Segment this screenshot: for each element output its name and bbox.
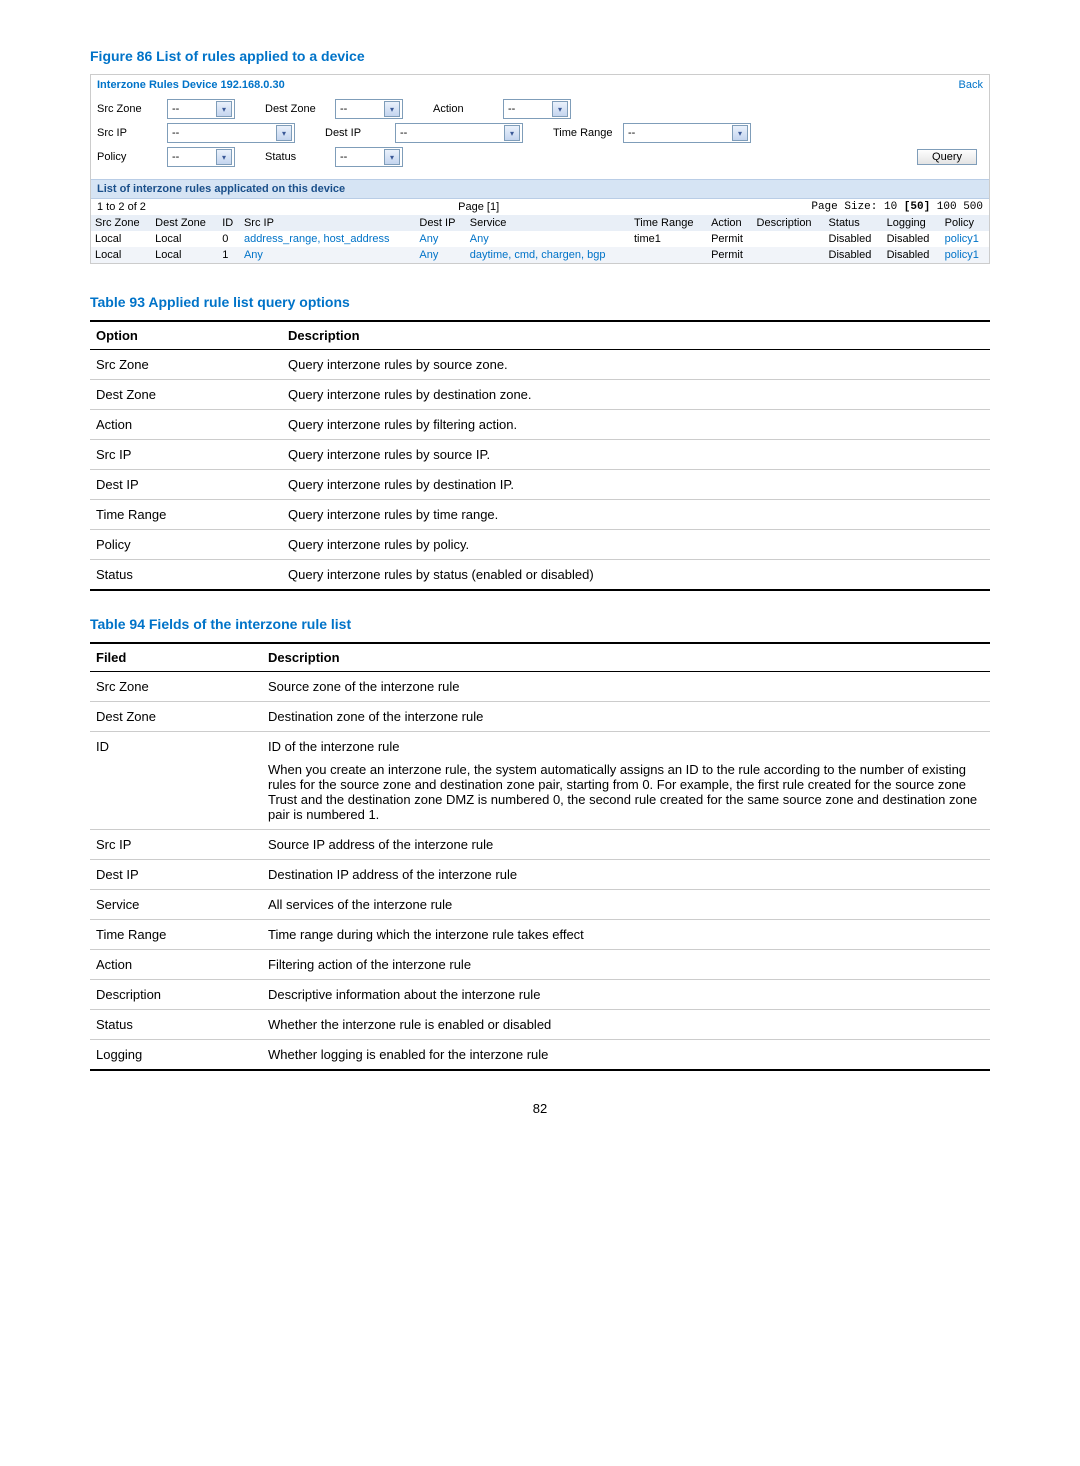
chevron-down-icon: ▾ <box>216 149 232 165</box>
table-row: PolicyQuery interzone rules by policy. <box>90 530 990 560</box>
service-link[interactable]: Any <box>466 231 630 247</box>
col-policy: Policy <box>941 215 989 231</box>
table93: Option Description Src ZoneQuery interzo… <box>90 320 990 591</box>
table-row: ActionQuery interzone rules by filtering… <box>90 410 990 440</box>
table94-head-filed: Filed <box>90 643 262 672</box>
col-dest-zone: Dest Zone <box>151 215 218 231</box>
status-label: Status <box>265 151 335 163</box>
table93-caption: Table 93 Applied rule list query options <box>90 294 990 310</box>
interzone-rules-screenshot: Interzone Rules Device 192.168.0.30 Back… <box>90 74 990 264</box>
col-id: ID <box>218 215 240 231</box>
chevron-down-icon: ▾ <box>216 101 232 117</box>
src-zone-select[interactable]: --▾ <box>167 99 235 119</box>
col-src-zone: Src Zone <box>91 215 151 231</box>
query-button[interactable]: Query <box>917 149 977 165</box>
figure-caption: Figure 86 List of rules applied to a dev… <box>90 48 990 64</box>
table93-head-option: Option <box>90 321 282 350</box>
src-ip-link[interactable]: address_range, host_address <box>240 231 415 247</box>
col-action: Action <box>707 215 752 231</box>
col-time-range: Time Range <box>630 215 707 231</box>
policy-link[interactable]: policy1 <box>941 231 989 247</box>
src-ip-label: Src IP <box>97 127 167 139</box>
dest-zone-label: Dest Zone <box>265 103 335 115</box>
col-logging: Logging <box>883 215 941 231</box>
page-number: 82 <box>90 1101 990 1116</box>
policy-link[interactable]: policy1 <box>941 247 989 263</box>
table-row: Src ZoneSource zone of the interzone rul… <box>90 672 990 702</box>
col-src-ip: Src IP <box>240 215 415 231</box>
table-row: Time RangeQuery interzone rules by time … <box>90 500 990 530</box>
table-row: Local Local 1 Any Any daytime, cmd, char… <box>91 247 989 263</box>
src-ip-link[interactable]: Any <box>240 247 415 263</box>
col-service: Service <box>466 215 630 231</box>
table-row: ServiceAll services of the interzone rul… <box>90 890 990 920</box>
table-row: Dest IPQuery interzone rules by destinat… <box>90 470 990 500</box>
table-row: ActionFiltering action of the interzone … <box>90 950 990 980</box>
pager-center: Page [1] <box>146 201 811 213</box>
table94-head-description: Description <box>262 643 990 672</box>
policy-label: Policy <box>97 151 167 163</box>
table-row: DescriptionDescriptive information about… <box>90 980 990 1010</box>
dest-ip-link[interactable]: Any <box>415 231 465 247</box>
pager-left: 1 to 2 of 2 <box>97 201 146 213</box>
col-dest-ip: Dest IP <box>415 215 465 231</box>
list-band: List of interzone rules applicated on th… <box>91 179 989 199</box>
chevron-down-icon: ▾ <box>384 149 400 165</box>
src-zone-label: Src Zone <box>97 103 167 115</box>
dest-ip-select[interactable]: --▾ <box>395 123 523 143</box>
table94-caption: Table 94 Fields of the interzone rule li… <box>90 616 990 632</box>
table94: Filed Description Src ZoneSource zone of… <box>90 642 990 1071</box>
col-status: Status <box>825 215 883 231</box>
table-row: StatusQuery interzone rules by status (e… <box>90 560 990 591</box>
pager-right: Page Size: 10 [50] 100 500 <box>811 201 983 213</box>
chevron-down-icon: ▾ <box>504 125 520 141</box>
table-row: Dest ZoneQuery interzone rules by destin… <box>90 380 990 410</box>
col-description: Description <box>753 215 825 231</box>
src-ip-select[interactable]: --▾ <box>167 123 295 143</box>
service-link[interactable]: daytime, cmd, chargen, bgp <box>466 247 630 263</box>
table-row: Src IPSource IP address of the interzone… <box>90 830 990 860</box>
dest-ip-link[interactable]: Any <box>415 247 465 263</box>
time-range-label: Time Range <box>553 127 623 139</box>
rules-table: Src Zone Dest Zone ID Src IP Dest IP Ser… <box>91 215 989 263</box>
table-row: Local Local 0 address_range, host_addres… <box>91 231 989 247</box>
action-label: Action <box>433 103 503 115</box>
table-row: Dest IPDestination IP address of the int… <box>90 860 990 890</box>
chevron-down-icon: ▾ <box>384 101 400 117</box>
dest-ip-label: Dest IP <box>325 127 395 139</box>
status-select[interactable]: --▾ <box>335 147 403 167</box>
time-range-select[interactable]: --▾ <box>623 123 751 143</box>
table-row: LoggingWhether logging is enabled for th… <box>90 1040 990 1071</box>
table93-head-description: Description <box>282 321 990 350</box>
screenshot-title: Interzone Rules Device 192.168.0.30 <box>97 79 285 91</box>
dest-zone-select[interactable]: --▾ <box>335 99 403 119</box>
table-row: Src IPQuery interzone rules by source IP… <box>90 440 990 470</box>
policy-select[interactable]: --▾ <box>167 147 235 167</box>
chevron-down-icon: ▾ <box>552 101 568 117</box>
table-row: IDID of the interzone ruleWhen you creat… <box>90 732 990 830</box>
action-select[interactable]: --▾ <box>503 99 571 119</box>
table-row: Dest ZoneDestination zone of the interzo… <box>90 702 990 732</box>
back-link[interactable]: Back <box>959 79 983 91</box>
table-row: Src ZoneQuery interzone rules by source … <box>90 350 990 380</box>
chevron-down-icon: ▾ <box>732 125 748 141</box>
table-row: Time RangeTime range during which the in… <box>90 920 990 950</box>
chevron-down-icon: ▾ <box>276 125 292 141</box>
table-row: StatusWhether the interzone rule is enab… <box>90 1010 990 1040</box>
